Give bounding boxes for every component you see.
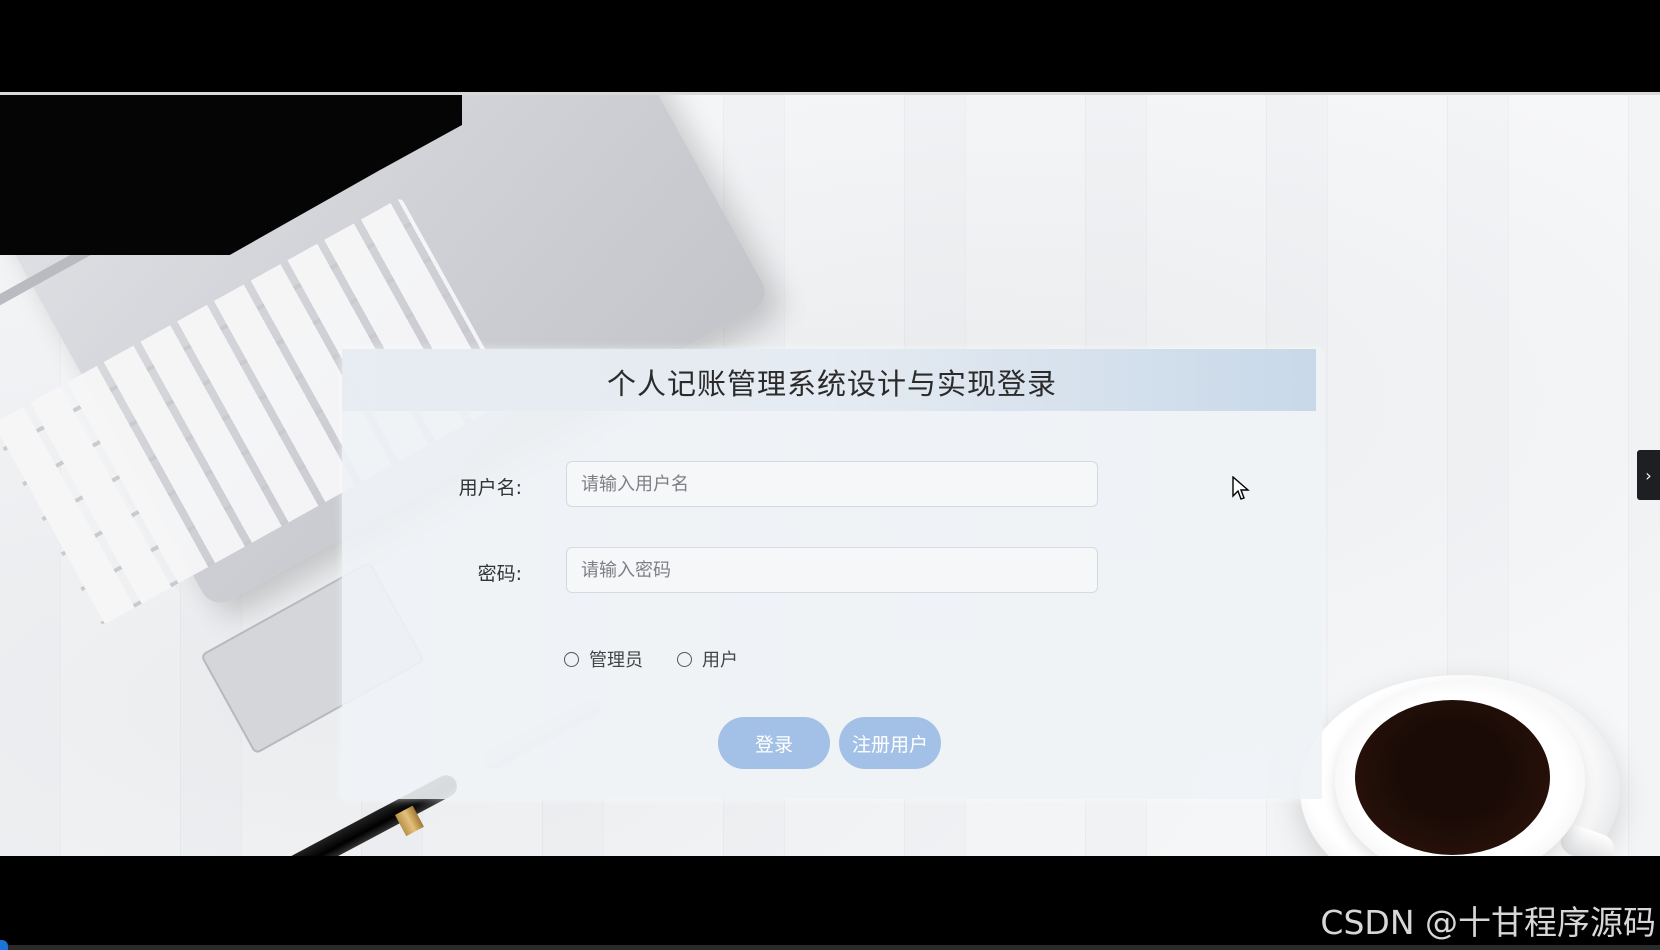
role-option-admin[interactable]: 管理员 xyxy=(564,646,643,672)
watermark-text: CSDN @十甘程序源码 xyxy=(1320,903,1656,942)
coffee-image xyxy=(1355,700,1550,855)
radio-circle-icon[interactable] xyxy=(677,651,692,667)
role-admin-label: 管理员 xyxy=(589,650,643,671)
username-label: 用户名: xyxy=(458,477,522,499)
top-letterbox xyxy=(0,0,1660,92)
username-input[interactable] xyxy=(566,461,1098,507)
password-input[interactable] xyxy=(566,547,1098,593)
background-scene: 个人记账管理系统设计与实现登录 用户名: 密码: 管理员 用户 登录 注册用户 xyxy=(0,95,1660,856)
register-button[interactable]: 注册用户 xyxy=(839,717,941,769)
login-button[interactable]: 登录 xyxy=(718,717,830,769)
login-panel: 个人记账管理系统设计与实现登录 用户名: 密码: 管理员 用户 登录 注册用户 xyxy=(342,349,1322,799)
password-label: 密码: xyxy=(477,563,522,585)
role-selector: 管理员 用户 xyxy=(564,644,738,674)
side-expand-button[interactable]: › xyxy=(1637,450,1660,500)
chevron-right-icon: › xyxy=(1645,465,1652,485)
role-user-label: 用户 xyxy=(702,650,738,671)
corner-indicator xyxy=(0,940,8,950)
mouse-cursor-icon xyxy=(1232,476,1250,500)
role-option-user[interactable]: 用户 xyxy=(677,646,738,672)
bottom-divider xyxy=(0,945,1660,950)
page-title: 个人记账管理系统设计与实现登录 xyxy=(606,367,1057,401)
radio-circle-icon[interactable] xyxy=(564,651,579,667)
